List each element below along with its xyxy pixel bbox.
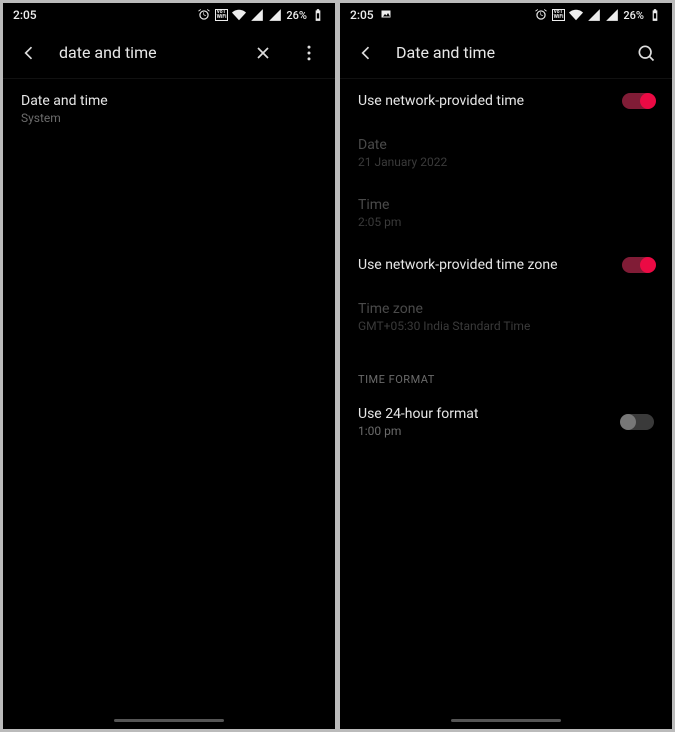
- row-value: 1:00 pm: [358, 424, 622, 438]
- toggle-network-zone[interactable]: [622, 257, 654, 273]
- row-time: Time 2:05 pm: [340, 183, 672, 243]
- row-label: Time: [358, 197, 654, 213]
- wifi-icon: [569, 8, 583, 22]
- clear-button[interactable]: [247, 37, 279, 69]
- row-value: 2:05 pm: [358, 215, 654, 229]
- signal-icon: [250, 8, 264, 22]
- row-label: Time zone: [358, 301, 654, 317]
- wifi-icon: [232, 8, 246, 22]
- result-subtitle: System: [21, 111, 317, 125]
- row-label: Use network-provided time zone: [358, 257, 622, 273]
- row-label: Use network-provided time: [358, 93, 622, 109]
- battery-percent: 26%: [623, 9, 644, 22]
- settings-header: Date and time: [340, 27, 672, 79]
- phone-right: 2:05 Vo1WiFi 26% Date and time Use netwo…: [340, 3, 672, 729]
- search-query[interactable]: date and time: [59, 43, 233, 62]
- row-date: Date 21 January 2022: [340, 123, 672, 183]
- search-header: date and time: [3, 27, 335, 79]
- status-bar: 2:05 Vo1WiFi 26%: [340, 3, 672, 27]
- overflow-button[interactable]: [293, 37, 325, 69]
- search-results: Date and time System: [3, 79, 335, 729]
- status-icons: Vo1WiFi 26%: [534, 8, 662, 22]
- status-time: 2:05: [13, 8, 37, 22]
- status-time: 2:05: [350, 8, 374, 22]
- more-vert-icon: [299, 43, 319, 63]
- toggle-network-time[interactable]: [622, 93, 654, 109]
- row-value: GMT+05:30 India Standard Time: [358, 319, 654, 333]
- home-indicator[interactable]: [451, 719, 561, 722]
- search-icon: [636, 43, 656, 63]
- screenshot-icon: [380, 8, 392, 23]
- home-indicator[interactable]: [114, 719, 224, 722]
- page-title: Date and time: [396, 43, 616, 62]
- row-label: Date: [358, 137, 654, 153]
- back-icon: [356, 43, 376, 63]
- settings-list: Use network-provided time Date 21 Januar…: [340, 79, 672, 729]
- search-result-date-time[interactable]: Date and time System: [3, 79, 335, 139]
- back-icon: [19, 43, 39, 63]
- signal-icon: [587, 8, 601, 22]
- back-button[interactable]: [350, 37, 382, 69]
- section-time-format: TIME FORMAT: [340, 347, 672, 392]
- row-value: 21 January 2022: [358, 155, 654, 169]
- signal-icon-2: [268, 8, 282, 22]
- alarm-icon: [197, 8, 211, 22]
- toggle-24hour[interactable]: [622, 414, 654, 430]
- battery-icon: [648, 8, 662, 22]
- result-title: Date and time: [21, 93, 317, 109]
- status-icons: Vo1WiFi 26%: [197, 8, 325, 22]
- alarm-icon: [534, 8, 548, 22]
- status-bar: 2:05 Vo1WiFi 26%: [3, 3, 335, 27]
- volte-icon: Vo1WiFi: [215, 9, 229, 21]
- close-icon: [253, 43, 273, 63]
- search-button[interactable]: [630, 37, 662, 69]
- row-network-time[interactable]: Use network-provided time: [340, 79, 672, 123]
- phone-left: 2:05 Vo1WiFi 26% date and time Date and …: [3, 3, 335, 729]
- row-label: Use 24-hour format: [358, 406, 622, 422]
- signal-icon-2: [605, 8, 619, 22]
- row-timezone: Time zone GMT+05:30 India Standard Time: [340, 287, 672, 347]
- row-network-zone[interactable]: Use network-provided time zone: [340, 243, 672, 287]
- volte-icon: Vo1WiFi: [552, 9, 566, 21]
- battery-icon: [311, 8, 325, 22]
- row-24hour[interactable]: Use 24-hour format 1:00 pm: [340, 392, 672, 452]
- back-button[interactable]: [13, 37, 45, 69]
- battery-percent: 26%: [286, 9, 307, 22]
